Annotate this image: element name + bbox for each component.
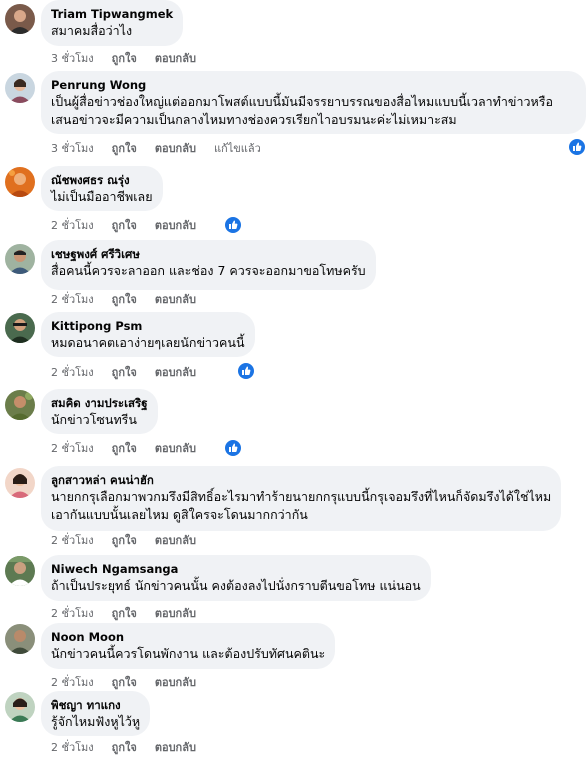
- avatar[interactable]: [5, 4, 35, 34]
- like-button[interactable]: ถูกใจ: [112, 52, 137, 65]
- comment-actions: 2 ชั่วโมง ถูกใจ ตอบกลับ: [51, 366, 214, 380]
- avatar[interactable]: [5, 313, 35, 343]
- comment-text: เสนอข่าวจะมีความเป็นกลางไหมทางช่องควรเรี…: [51, 112, 457, 127]
- comment-time[interactable]: 3 ชั่วโมง: [51, 142, 94, 155]
- comment-author[interactable]: ลูกสาวหล่า คนน่าฮัก: [51, 473, 551, 488]
- comment-actions: 2 ชั่วโมง ถูกใจ ตอบกลับ: [51, 293, 214, 307]
- comment-time[interactable]: 2 ชั่วโมง: [51, 534, 94, 547]
- comment-bubble: Kittipong Psm หมดอนาคตเอาง่ายๆเลยนักข่าว…: [41, 312, 255, 357]
- comment-author[interactable]: เชษฐพงศ์ ศรีวิเศษ: [51, 247, 366, 262]
- comment-author[interactable]: ณัชพงศธร ณรุ่ง: [51, 173, 153, 188]
- comment-bubble: ลูกสาวหล่า คนน่าฮัก นายกกรุเลือกมาพวกมรึ…: [41, 466, 562, 531]
- comment-bubble: Noon Moon นักข่าวคนนี้ควรโดนพักงาน และต้…: [41, 623, 336, 669]
- avatar[interactable]: [5, 468, 35, 498]
- reply-button[interactable]: ตอบกลับ: [155, 607, 196, 620]
- comment-actions: 2 ชั่วโมง ถูกใจ ตอบกลับ: [51, 442, 214, 456]
- comment-author[interactable]: สมคิด งามประเสริฐ: [51, 396, 148, 411]
- like-button[interactable]: ถูกใจ: [112, 219, 137, 232]
- comment-text: สมาคมสื่อว่าไง: [51, 23, 133, 38]
- reply-button[interactable]: ตอบกลับ: [155, 676, 196, 689]
- comment-bubble: สมคิด งามประเสริฐ นักข่าวโซนทรีน: [41, 389, 158, 434]
- comment-text: เอากันแบบนั้นเลยไหม ดูสิใครจะโดนมากกว่าก…: [51, 507, 308, 522]
- comment-author[interactable]: พิชญา ทาแกง: [51, 698, 140, 713]
- avatar[interactable]: [5, 244, 35, 274]
- comment-time[interactable]: 2 ชั่วโมง: [51, 366, 94, 379]
- avatar[interactable]: [5, 624, 35, 654]
- avatar[interactable]: [5, 556, 35, 586]
- comment-bubble: พิชญา ทาแกง รู้จักไหมฟังหูไว้หู: [41, 691, 151, 736]
- comment-text: รู้จักไหมฟังหูไว้หู: [51, 714, 141, 729]
- like-button[interactable]: ถูกใจ: [112, 741, 137, 754]
- comment-time[interactable]: 3 ชั่วโมง: [51, 52, 94, 65]
- reply-button[interactable]: ตอบกลับ: [155, 293, 196, 306]
- thumbs-up-icon[interactable]: [225, 440, 241, 456]
- comment-text: เป็นผู้สื่อข่าวช่องใหญ่แต่ออกมาโพสต์แบบน…: [51, 94, 553, 109]
- comment-bubble: Triam Tipwangmek สมาคมสื่อว่าไง: [41, 0, 184, 46]
- like-button[interactable]: ถูกใจ: [112, 607, 137, 620]
- thumbs-up-icon[interactable]: [225, 217, 241, 233]
- comment-actions: 2 ชั่วโมง ถูกใจ ตอบกลับ: [51, 607, 214, 621]
- comment-actions: 3 ชั่วโมง ถูกใจ ตอบกลับ แก้ไขแล้ว: [51, 142, 279, 156]
- comment-text: ถ้าเป็นประยุทธ์ นักข่าวคนนั้น คงต้องลงไป…: [51, 578, 421, 593]
- comment-author[interactable]: Penrung Wong: [51, 78, 576, 93]
- reply-button[interactable]: ตอบกลับ: [155, 442, 196, 455]
- thumbs-up-icon[interactable]: [238, 363, 254, 379]
- comment-actions: 3 ชั่วโมง ถูกใจ ตอบกลับ: [51, 52, 214, 66]
- like-button[interactable]: ถูกใจ: [112, 366, 137, 379]
- comment-time[interactable]: 2 ชั่วโมง: [51, 676, 94, 689]
- avatar[interactable]: [5, 390, 35, 420]
- comment-time[interactable]: 2 ชั่วโมง: [51, 219, 94, 232]
- edited-label[interactable]: แก้ไขแล้ว: [214, 142, 261, 155]
- like-button[interactable]: ถูกใจ: [112, 142, 137, 155]
- avatar[interactable]: [5, 73, 35, 103]
- like-button[interactable]: ถูกใจ: [112, 534, 137, 547]
- reply-button[interactable]: ตอบกลับ: [155, 741, 196, 754]
- comment-bubble: ณัชพงศธร ณรุ่ง ไม่เป็นมืออาชีพเลย: [41, 166, 163, 211]
- reply-button[interactable]: ตอบกลับ: [155, 534, 196, 547]
- like-button[interactable]: ถูกใจ: [112, 676, 137, 689]
- comment-time[interactable]: 2 ชั่วโมง: [51, 607, 94, 620]
- thumbs-up-icon[interactable]: [569, 139, 585, 155]
- comment-text: นักข่าวโซนทรีน: [51, 412, 137, 427]
- comment-text: ไม่เป็นมืออาชีพเลย: [51, 189, 153, 204]
- like-button[interactable]: ถูกใจ: [112, 293, 137, 306]
- comment-author[interactable]: Kittipong Psm: [51, 319, 245, 334]
- comment-text: หมดอนาคตเอาง่ายๆเลยนักข่าวคนนี้: [51, 335, 245, 350]
- comment-bubble: Niwech Ngamsanga ถ้าเป็นประยุทธ์ นักข่าว…: [41, 555, 431, 601]
- comment-time[interactable]: 2 ชั่วโมง: [51, 293, 94, 306]
- reply-button[interactable]: ตอบกลับ: [155, 366, 196, 379]
- comment-actions: 2 ชั่วโมง ถูกใจ ตอบกลับ: [51, 534, 214, 548]
- comment-bubble: Penrung Wong เป็นผู้สื่อข่าวช่องใหญ่แต่อ…: [41, 71, 586, 134]
- comment-text: นักข่าวคนนี้ควรโดนพักงาน และต้องปรับทัศน…: [51, 646, 326, 661]
- avatar[interactable]: [5, 692, 35, 722]
- comment-text: สื่อคนนี้ควรจะลาออก และช่อง 7 ควรจะออกมา…: [51, 263, 366, 278]
- comment-time[interactable]: 2 ชั่วโมง: [51, 442, 94, 455]
- reply-button[interactable]: ตอบกลับ: [155, 142, 196, 155]
- comment-actions: 2 ชั่วโมง ถูกใจ ตอบกลับ: [51, 741, 214, 755]
- comment-actions: 2 ชั่วโมง ถูกใจ ตอบกลับ: [51, 676, 214, 690]
- comment-text: นายกกรุเลือกมาพวกมรึงมีสิทธิ์อะไรมาทำร้า…: [51, 489, 552, 504]
- comment-bubble: เชษฐพงศ์ ศรีวิเศษ สื่อคนนี้ควรจะลาออก แล…: [41, 240, 376, 290]
- comment-time[interactable]: 2 ชั่วโมง: [51, 741, 94, 754]
- comment-actions: 2 ชั่วโมง ถูกใจ ตอบกลับ: [51, 219, 214, 233]
- comment-author[interactable]: Noon Moon: [51, 630, 325, 645]
- reply-button[interactable]: ตอบกลับ: [155, 52, 196, 65]
- reply-button[interactable]: ตอบกลับ: [155, 219, 196, 232]
- avatar[interactable]: [5, 167, 35, 197]
- like-button[interactable]: ถูกใจ: [112, 442, 137, 455]
- comment-author[interactable]: Niwech Ngamsanga: [51, 562, 421, 577]
- comment-author[interactable]: Triam Tipwangmek: [51, 7, 173, 22]
